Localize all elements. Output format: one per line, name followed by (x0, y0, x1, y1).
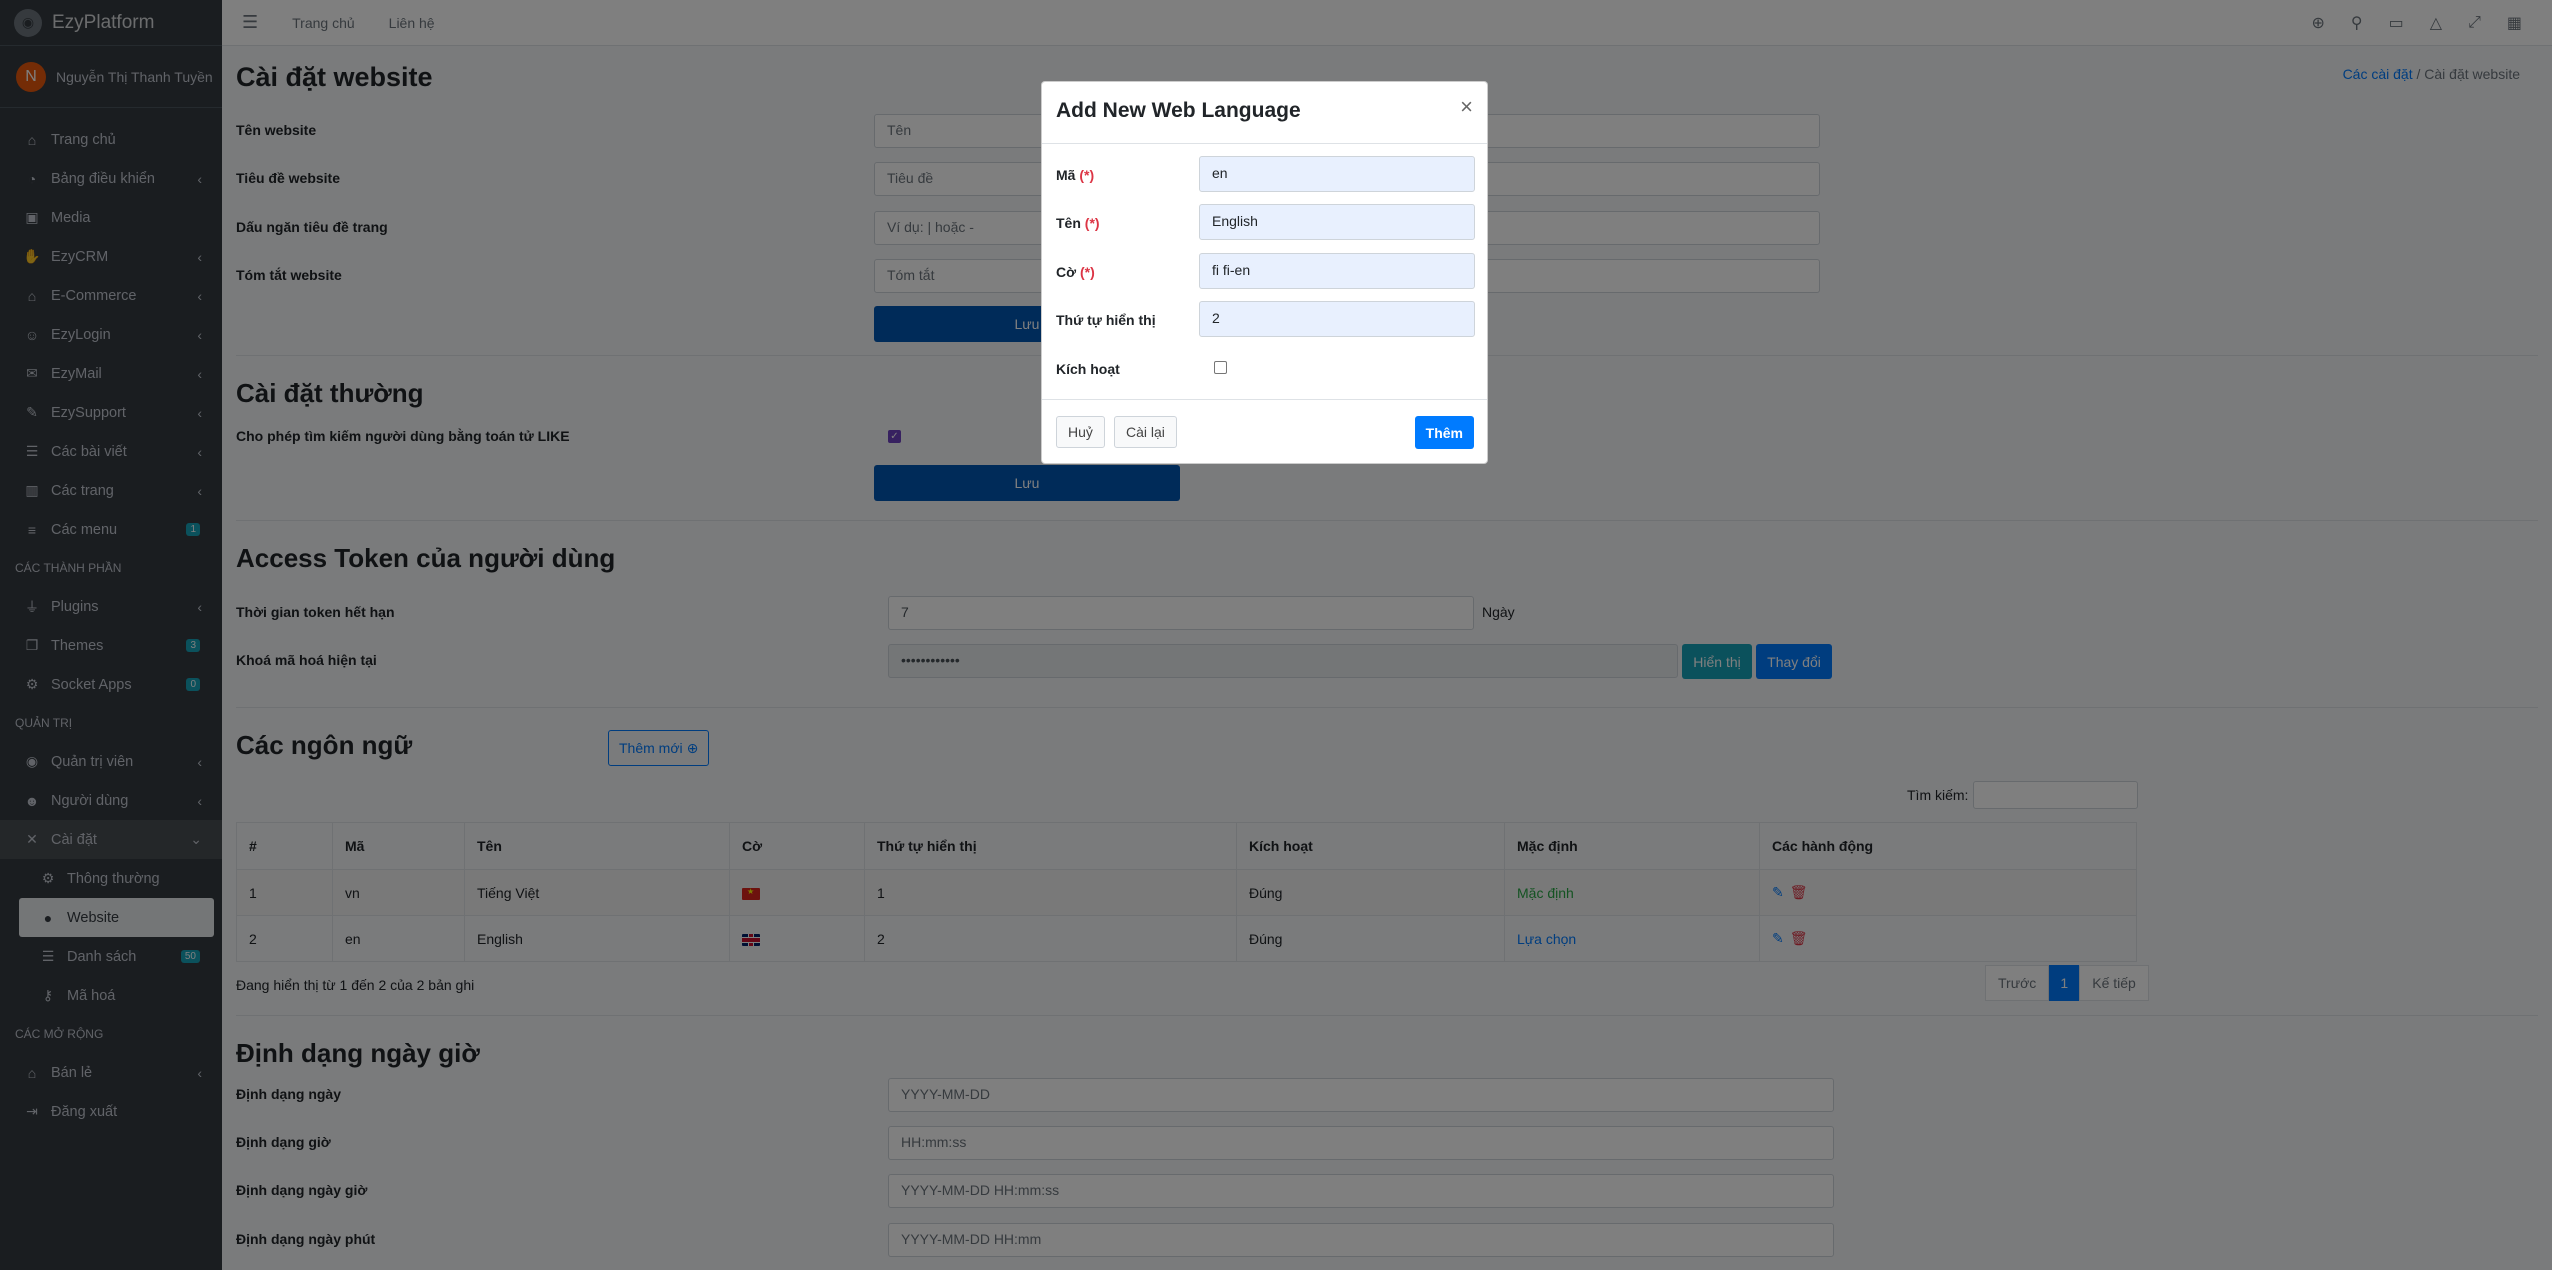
name-input[interactable]: English (1199, 204, 1475, 240)
required-mark: (*) (1084, 215, 1100, 231)
label-text: Cờ (1056, 264, 1077, 280)
modal-active-label: Kích hoạt (1056, 361, 1120, 377)
required-mark: (*) (1079, 167, 1095, 183)
reset-button[interactable]: Cài lại (1114, 416, 1177, 448)
label-text: Mã (1056, 167, 1076, 183)
label-text: Tên (1056, 215, 1081, 231)
required-mark: (*) (1079, 264, 1095, 280)
modal-order-label: Thứ tự hiển thị (1056, 312, 1156, 328)
modal-active-row: Kích hoạt (1056, 350, 1476, 388)
add-language-modal: Add New Web Language × Mã (*) en Tên (*)… (1041, 81, 1488, 464)
code-input[interactable]: en (1199, 156, 1475, 192)
flag-input[interactable]: fi fi-en (1199, 253, 1475, 289)
modal-flag-row: Cờ (*) fi fi-en (1056, 253, 1476, 291)
modal-name-row: Tên (*) English (1056, 204, 1476, 242)
modal-order-row: Thứ tự hiển thị 2 (1056, 301, 1476, 339)
cancel-button[interactable]: Huỷ (1056, 416, 1105, 448)
modal-header: Add New Web Language × (1042, 82, 1487, 144)
add-button[interactable]: Thêm (1414, 416, 1474, 449)
modal-name-label: Tên (*) (1056, 215, 1100, 231)
active-checkbox[interactable] (1214, 361, 1227, 374)
display-order-input[interactable]: 2 (1199, 301, 1475, 337)
modal-code-label: Mã (*) (1056, 167, 1094, 183)
close-icon[interactable]: × (1460, 94, 1473, 120)
modal-flag-label: Cờ (*) (1056, 264, 1095, 280)
modal-title: Add New Web Language (1056, 99, 1301, 122)
modal-footer: Huỷ Cài lại Thêm (1042, 399, 1487, 463)
modal-code-row: Mã (*) en (1056, 156, 1476, 194)
